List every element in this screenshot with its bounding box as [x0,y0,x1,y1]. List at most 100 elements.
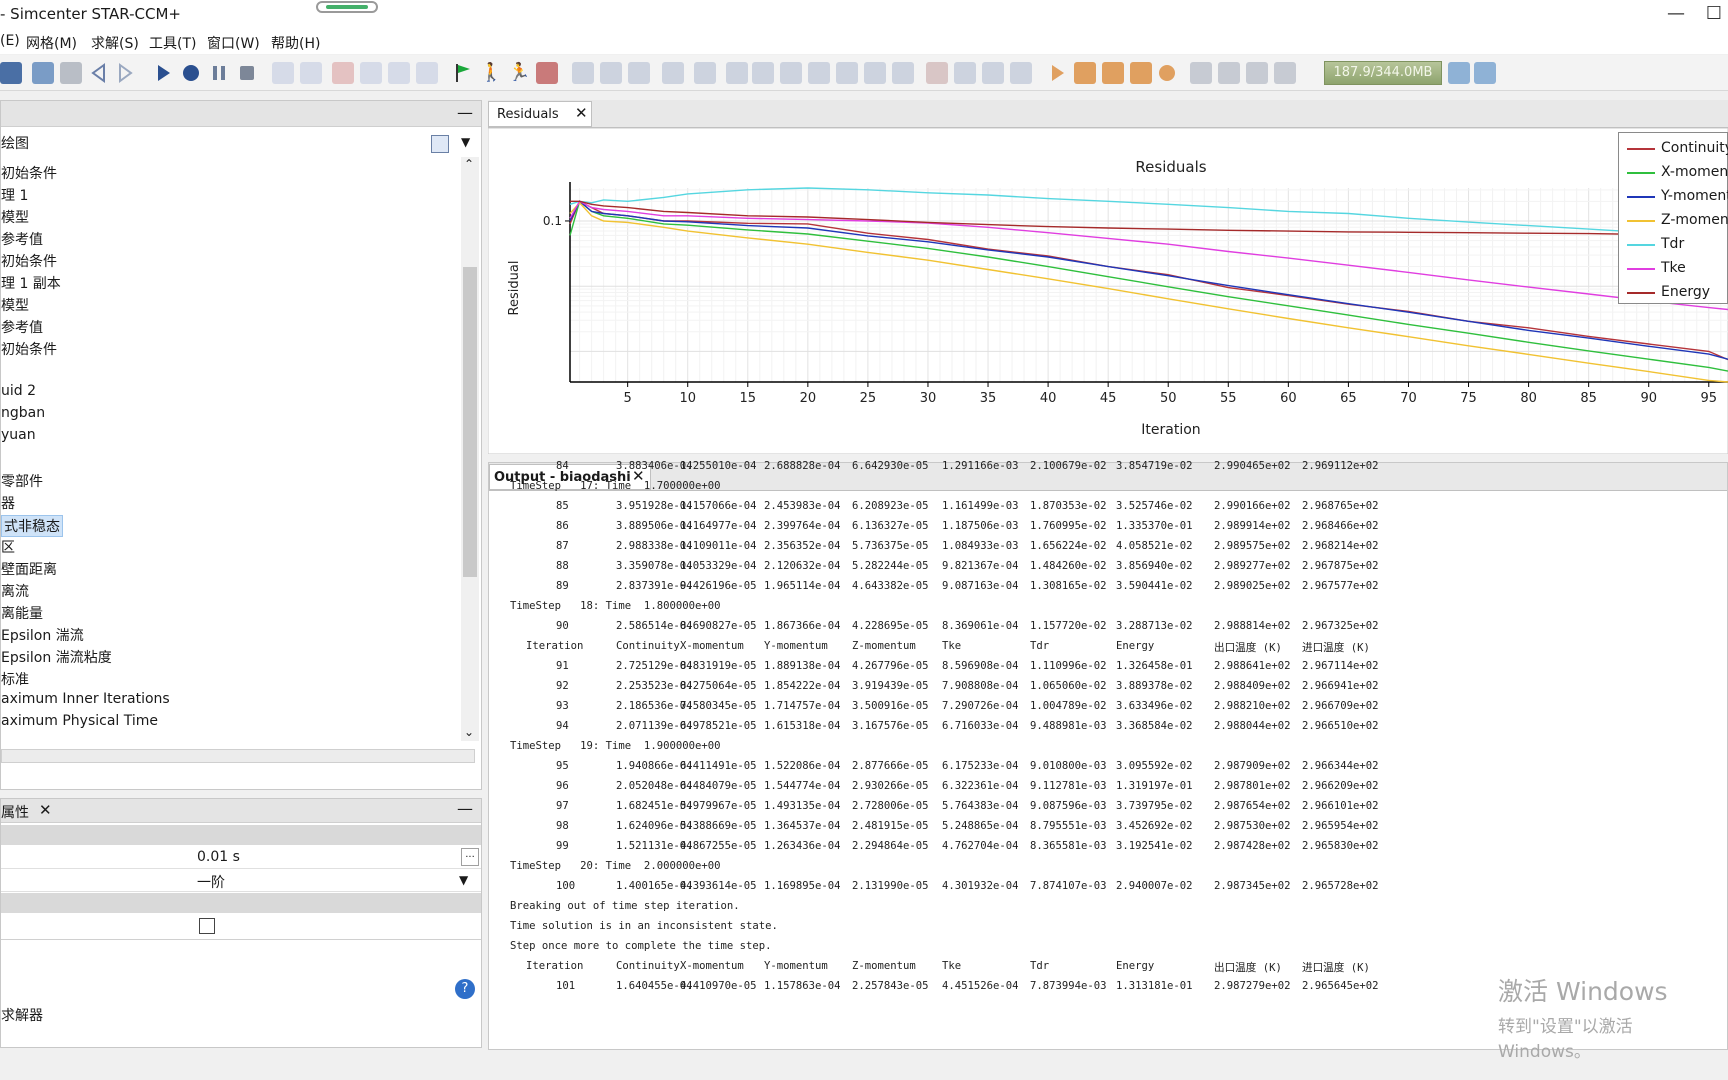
help-cube-icon[interactable] [1448,62,1470,84]
help-icon[interactable]: ? [455,979,475,999]
tree-item[interactable]: 理 1 [1,185,28,205]
tree-item[interactable]: 模型 [1,207,29,227]
property-row-timestep[interactable]: 0.01 s ... [1,847,481,869]
tree-item[interactable]: 离流 [1,581,29,601]
menu-help[interactable]: 帮助(H) [271,33,320,53]
tab-residuals[interactable]: Residuals ✕ [488,101,592,127]
tree-item[interactable]: 初始条件 [1,163,57,183]
menu-edit[interactable]: (E) [0,33,20,49]
settings-cube-icon[interactable] [1474,62,1496,84]
view-icon[interactable] [780,62,802,84]
green-flag-icon[interactable] [452,62,474,84]
tree-item[interactable]: 壁面距离 [1,559,57,579]
mesh-edit-icon[interactable] [300,62,322,84]
save-all-icon[interactable] [0,62,22,84]
mesh-tool-icon[interactable] [272,62,294,84]
copy-icon[interactable] [32,62,54,84]
scroll-down-icon[interactable]: ⌄ [464,725,474,739]
fit-all-icon[interactable] [954,62,976,84]
pause-icon[interactable] [208,62,230,84]
tree-item[interactable]: 模型 [1,295,29,315]
tree-item[interactable]: yuan [1,427,36,443]
more-button[interactable]: ... [461,848,479,866]
tree-item[interactable]: 参考值 [1,229,43,249]
step-icon[interactable]: 🚶 [480,62,502,84]
window-layout-icon[interactable] [1190,62,1212,84]
tree-item[interactable]: uid 2 [1,383,36,399]
tree-item[interactable]: aximum Inner Iterations [1,691,170,707]
tree-hscrollbar[interactable] [1,749,475,763]
tree-item[interactable]: 初始条件 [1,339,57,359]
run-icon[interactable] [152,62,174,84]
forward-icon[interactable] [114,62,136,84]
record-playback-icon[interactable] [1156,62,1178,84]
tree-options-icon[interactable] [431,135,449,153]
menu-window[interactable]: 窗口(W) [207,33,260,53]
minimize-properties-icon[interactable]: — [457,799,473,818]
plot-icon[interactable] [926,62,948,84]
part-icon[interactable] [388,62,410,84]
menu-mesh[interactable]: 网格(M) [26,33,77,53]
box-select-icon[interactable] [982,62,1004,84]
tree-item[interactable]: aximum Physical Time [1,713,158,729]
tab-residuals-label[interactable]: Residuals [497,107,559,122]
tree-scrollbar[interactable]: ⌃ ⌄ [461,157,479,741]
camera-icon[interactable] [694,62,716,84]
tree-item[interactable]: 标准 [1,669,29,689]
menu-solve[interactable]: 求解(S) [91,33,139,53]
back-icon[interactable] [88,62,110,84]
grid-icon[interactable] [416,62,438,84]
arrow-left-icon[interactable] [726,62,748,84]
shade-icon[interactable] [892,62,914,84]
tree-item[interactable]: 零部件 [1,471,43,491]
dropdown-tool-icon[interactable] [1274,62,1296,84]
tree-scroll-thumb[interactable] [463,267,477,577]
chevron-down-icon[interactable]: ▼ [461,135,470,149]
tree-item[interactable]: 器 [1,493,15,513]
minimize-panel-icon[interactable]: — [457,103,473,122]
clear-mesh-icon[interactable] [332,62,354,84]
tool-icon[interactable] [1246,62,1268,84]
fit-icon[interactable] [600,62,622,84]
tree-item[interactable]: ngban [1,405,45,421]
scene-icon[interactable] [572,62,594,84]
scroll-up-icon[interactable]: ⌃ [464,157,474,171]
play-icon[interactable] [1046,62,1068,84]
checkbox[interactable] [199,918,215,934]
order-value[interactable]: 一阶 [197,872,225,892]
save-icon[interactable] [60,62,82,84]
step-back-icon[interactable] [1102,62,1124,84]
timestep-value[interactable]: 0.01 s [197,849,240,865]
stop-icon[interactable] [236,62,258,84]
table-icon[interactable] [864,62,886,84]
layout-icon[interactable] [836,62,858,84]
split-icon[interactable] [1218,62,1240,84]
tree-item[interactable]: 离能量 [1,603,43,623]
tree-item[interactable]: 参考值 [1,317,43,337]
residuals-chart[interactable]: 5 10 15 20 25 30 35 40 45 50 55 60 65 70 75 80 85 90 95 0.1… [488,128,1728,454]
flag-outline-icon[interactable] [360,62,382,84]
zoom-icon[interactable] [628,62,650,84]
properties-tab-label[interactable]: 属性 [1,802,29,822]
minimize-button[interactable]: — [1662,2,1690,26]
stop-playback-icon[interactable] [1074,62,1096,84]
tree-item[interactable]: 初始条件 [1,251,57,271]
property-row-order[interactable]: 一阶 ▼ [1,870,481,892]
chevron-down-icon[interactable]: ▼ [459,873,468,887]
filter-icon[interactable] [1010,62,1032,84]
arrow-right-icon[interactable] [752,62,774,84]
stop-solver-icon[interactable] [536,62,558,84]
tree-item[interactable]: 式非稳态 [1,515,63,537]
run-steps-icon[interactable]: 🏃 [508,62,530,84]
select-icon[interactable] [662,62,684,84]
clip-icon[interactable] [808,62,830,84]
tree-item[interactable]: 区 [1,537,15,557]
step-forward-icon[interactable] [1130,62,1152,84]
close-icon[interactable]: ✕ [575,104,588,122]
menu-tools[interactable]: 工具(T) [149,33,196,53]
tree-item[interactable]: Epsilon 湍流粘度 [1,647,112,667]
close-icon[interactable]: ✕ [39,801,52,819]
tree-item[interactable]: Epsilon 湍流 [1,625,84,645]
maximize-button[interactable]: ☐ [1700,2,1728,26]
tree-item[interactable]: 理 1 副本 [1,273,61,293]
